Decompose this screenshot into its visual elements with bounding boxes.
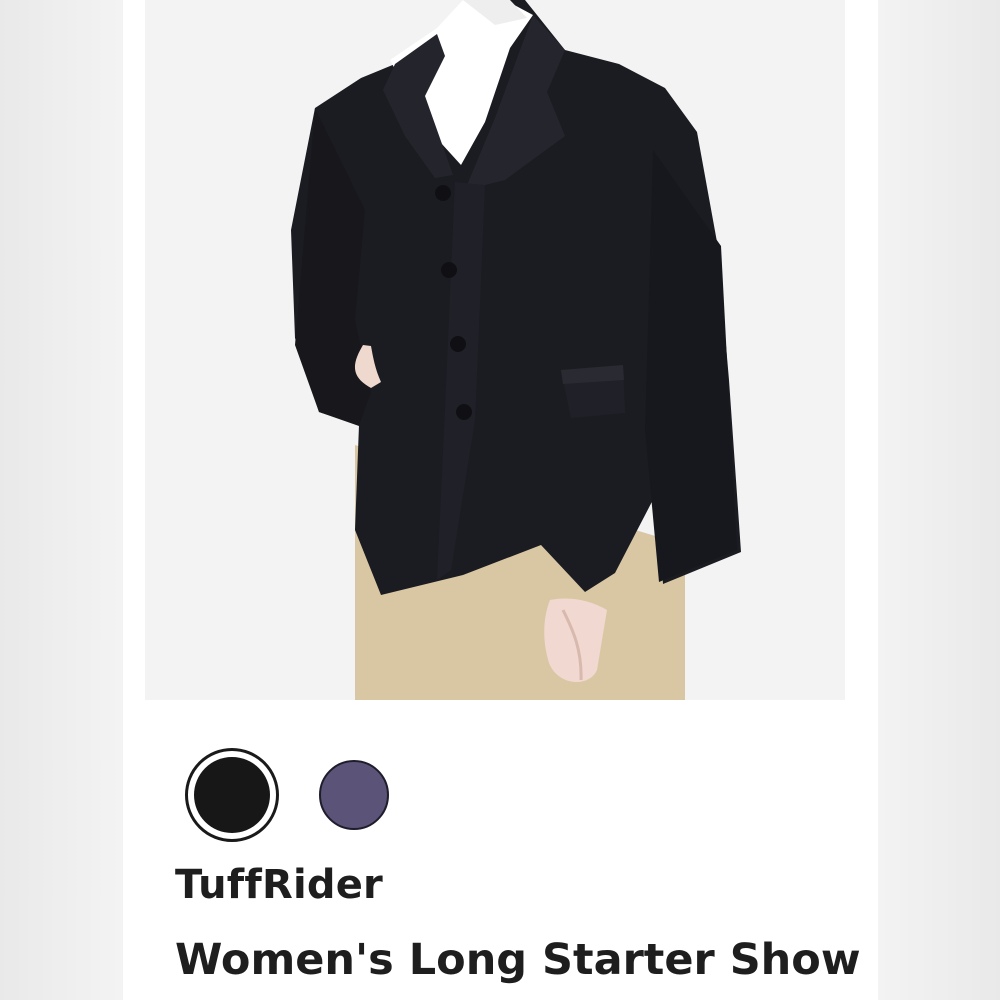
swatch-black[interactable]: [185, 748, 279, 842]
jacket-photo: [145, 0, 845, 700]
product-brand[interactable]: TuffRider: [175, 862, 383, 908]
product-card: TuffRider Women's Long Starter Show: [123, 0, 878, 1000]
product-page: TuffRider Women's Long Starter Show: [0, 0, 1000, 1000]
product-image[interactable]: [145, 0, 845, 700]
swatch-purple[interactable]: [319, 760, 389, 830]
product-title[interactable]: Women's Long Starter Show: [175, 935, 861, 985]
color-swatches: [185, 745, 389, 845]
swatch-black-fill: [194, 757, 270, 833]
